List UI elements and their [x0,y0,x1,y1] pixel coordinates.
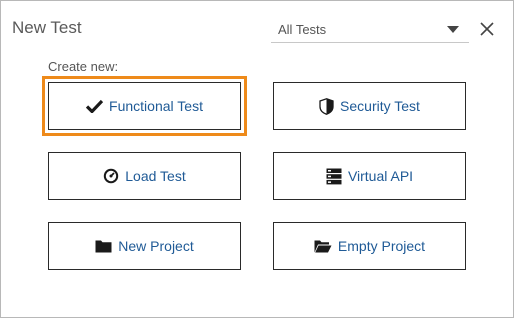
tile-label: Functional Test [109,98,203,114]
close-icon [480,22,494,36]
tile-label: Empty Project [337,238,426,254]
server-icon [326,168,342,184]
gauge-icon [104,168,119,184]
new-test-dialog: New Test All Tests Create new: Functiona… [0,0,514,318]
dialog-title: New Test [12,18,82,37]
load-test-tile[interactable]: Load Test [48,152,241,200]
create-new-label: Create new: [48,59,119,74]
dropdown-arrow-icon [447,26,459,33]
folder-icon [95,240,112,253]
empty-project-tile[interactable]: Empty Project [273,222,466,270]
tile-label: Virtual API [347,168,414,184]
filter-selected-value: All Tests [278,22,327,37]
virtual-api-tile[interactable]: Virtual API [273,152,466,200]
tile-label: New Project [118,238,194,254]
open-folder-icon [314,240,332,253]
checkmark-icon [86,99,104,113]
security-test-tile[interactable]: Security Test [273,82,466,130]
tile-label: Load Test [125,168,186,184]
shield-icon [319,97,334,115]
new-project-tile[interactable]: New Project [48,222,241,270]
test-filter-dropdown[interactable]: All Tests [271,16,469,43]
tile-label: Security Test [340,98,420,114]
functional-test-tile[interactable]: Functional Test [42,76,247,136]
close-button[interactable] [477,19,497,39]
